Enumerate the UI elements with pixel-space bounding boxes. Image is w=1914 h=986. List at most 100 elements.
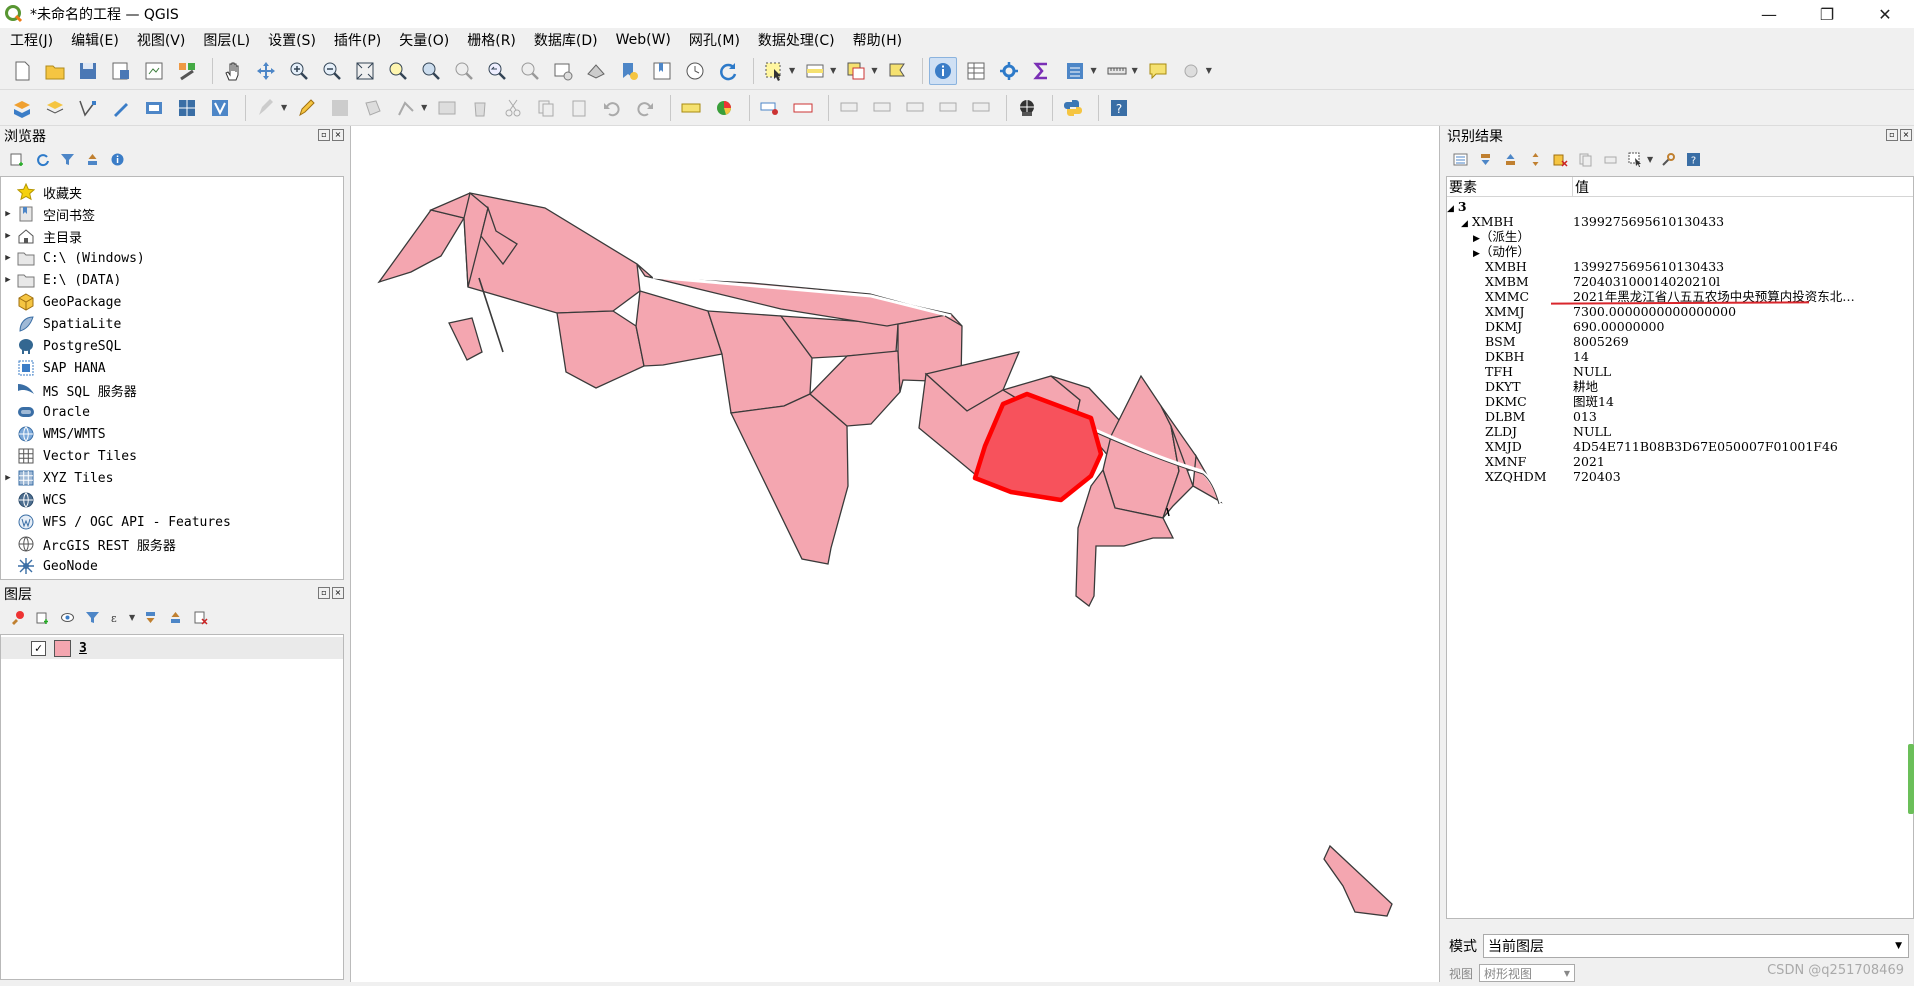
add-raster-layer-icon[interactable] [173, 94, 201, 122]
browser-item-xyz-tiles[interactable]: ▶XYZ Tiles [1, 467, 343, 489]
browser-item-arcgis-rest[interactable]: ArcGIS REST 服务器 [1, 533, 343, 555]
settings-wrench-icon[interactable] [1659, 150, 1677, 168]
layer-item-3[interactable]: ✓ 3 [1, 637, 343, 659]
result-attr-row[interactable]: XZQHDM720403 [1447, 469, 1913, 484]
copy-feature-icon[interactable] [1576, 150, 1594, 168]
attribute-table-icon[interactable] [962, 57, 990, 85]
browser-item-favorites[interactable]: 收藏夹 [1, 181, 343, 203]
paste-features-icon[interactable] [565, 94, 593, 122]
add-delimited-text-icon[interactable] [107, 94, 135, 122]
close-panel-icon[interactable]: × [332, 587, 344, 599]
pan-hand-icon[interactable] [219, 57, 247, 85]
open-field-calculator-icon[interactable] [1061, 57, 1089, 85]
identify-results-tree[interactable]: 要素 值 ◢ 3 ◢ XMBH1399275695610130433 ▶（派生）… [1446, 176, 1914, 919]
close-button[interactable]: ✕ [1856, 0, 1914, 28]
add-group-icon[interactable] [33, 608, 51, 626]
add-vector-layer-icon[interactable] [41, 94, 69, 122]
add-selected-layers-icon[interactable] [8, 150, 26, 168]
menu-database[interactable]: 数据库(D) [534, 30, 598, 50]
browser-item-c-drive[interactable]: ▶C:\ (Windows) [1, 247, 343, 269]
collapse-tree-icon[interactable] [1501, 150, 1519, 168]
result-attr-row[interactable]: TFHNULL [1447, 364, 1913, 379]
zoom-native-icon[interactable] [450, 57, 478, 85]
help-icon[interactable]: ? [1684, 150, 1702, 168]
expand-all-icon[interactable] [141, 608, 159, 626]
filter-browser-icon[interactable] [58, 150, 76, 168]
layer-diagram-icon[interactable] [710, 94, 738, 122]
menu-edit[interactable]: 编辑(E) [71, 30, 119, 50]
add-virtual-layer-icon[interactable] [206, 94, 234, 122]
map-tips-icon[interactable] [1144, 57, 1172, 85]
zoom-out-icon[interactable] [318, 57, 346, 85]
browser-item-home[interactable]: ▶主目录 [1, 225, 343, 247]
print-layout-icon[interactable] [140, 57, 168, 85]
move-label-icon[interactable] [835, 94, 863, 122]
globe-plugin-icon[interactable] [1013, 94, 1041, 122]
style-manager-icon[interactable] [173, 57, 201, 85]
result-feature-row[interactable]: ◢ XMBH1399275695610130433 [1447, 214, 1913, 229]
expand-all-results-icon[interactable] [1526, 150, 1544, 168]
float-panel-icon[interactable]: ▫ [1886, 129, 1898, 141]
browser-item-e-drive[interactable]: ▶E:\ (DATA) [1, 269, 343, 291]
clear-results-icon[interactable] [1551, 150, 1569, 168]
browser-item-oracle[interactable]: Oracle [1, 401, 343, 423]
identify-features-icon[interactable] [929, 57, 957, 85]
browser-item-spatial-bookmarks[interactable]: ▶空间书签 [1, 203, 343, 225]
menu-project[interactable]: 工程(J) [10, 30, 53, 50]
undo-icon[interactable] [598, 94, 626, 122]
browser-item-wms-wmts[interactable]: WMS/WMTS [1, 423, 343, 445]
menu-vector[interactable]: 矢量(O) [399, 30, 449, 50]
zoom-layer-icon[interactable] [417, 57, 445, 85]
print-response-icon[interactable] [1601, 150, 1619, 168]
result-attr-row[interactable]: DKBH14 [1447, 349, 1913, 364]
result-attr-row[interactable]: DKMJ690.00000000 [1447, 319, 1913, 334]
menu-mesh[interactable]: 网孔(M) [689, 30, 740, 50]
result-attr-row[interactable]: XMMC2021年黑龙江省八五五农场中央预算内投资东北… [1447, 289, 1913, 304]
result-attr-row[interactable]: DKYT耕地 [1447, 379, 1913, 394]
browser-item-sap-hana[interactable]: SAP HANA [1, 357, 343, 379]
temporal-controller-icon[interactable] [681, 57, 709, 85]
digitize-vertex-icon[interactable] [74, 94, 102, 122]
cut-features-icon[interactable] [499, 94, 527, 122]
browser-item-wcs[interactable]: WCS [1, 489, 343, 511]
filter-expression-icon[interactable]: ε [108, 608, 126, 626]
side-scroll-indicator[interactable] [1908, 744, 1914, 814]
zoom-in-icon[interactable] [285, 57, 313, 85]
result-layer-row[interactable]: ◢ 3 [1447, 199, 1913, 214]
remove-layer-icon[interactable] [191, 608, 209, 626]
float-panel-icon[interactable]: ▫ [318, 587, 330, 599]
menu-help[interactable]: 帮助(H) [853, 30, 902, 50]
save-project-icon[interactable] [74, 57, 102, 85]
add-wms-layer-icon[interactable] [140, 94, 168, 122]
copy-features-icon[interactable] [532, 94, 560, 122]
redo-icon[interactable] [631, 94, 659, 122]
zoom-last-icon[interactable] [483, 57, 511, 85]
vertex-tool-icon[interactable] [392, 94, 420, 122]
close-panel-icon[interactable]: × [332, 129, 344, 141]
refresh-browser-icon[interactable] [33, 150, 51, 168]
menu-processing[interactable]: 数据处理(C) [758, 30, 835, 50]
select-features-icon[interactable] [760, 57, 788, 85]
result-attr-row[interactable]: XMJD4D54E711B08B3D67E050007F01001F46 [1447, 439, 1913, 454]
collapse-all-icon[interactable] [83, 150, 101, 168]
result-actions-row[interactable]: ▶（动作） [1447, 244, 1913, 259]
refresh-icon[interactable] [714, 57, 742, 85]
filter-legend-icon[interactable] [83, 608, 101, 626]
zoom-full-icon[interactable] [351, 57, 379, 85]
highlight-labels-icon[interactable] [789, 94, 817, 122]
result-attr-row[interactable]: ZLDJNULL [1447, 424, 1913, 439]
mode-select[interactable]: 当前图层 ▼ [1483, 934, 1909, 958]
toggle-editing-icon[interactable] [252, 94, 280, 122]
change-label-icon[interactable] [901, 94, 929, 122]
select-by-attribute-icon[interactable] [801, 57, 829, 85]
browser-item-wfs[interactable]: WFS / OGC API - Features [1, 511, 343, 533]
new-3d-view-icon[interactable] [582, 57, 610, 85]
statistics-sigma-icon[interactable] [1028, 57, 1056, 85]
restore-button[interactable]: ❐ [1798, 0, 1856, 28]
bookmark-add-icon[interactable] [615, 57, 643, 85]
close-panel-icon[interactable]: × [1900, 129, 1912, 141]
result-attr-row[interactable]: BSM8005269 [1447, 334, 1913, 349]
result-attr-row[interactable]: XMMJ7300.0000000000000000 [1447, 304, 1913, 319]
python-console-icon[interactable] [1059, 94, 1087, 122]
map-canvas[interactable] [350, 126, 1440, 982]
